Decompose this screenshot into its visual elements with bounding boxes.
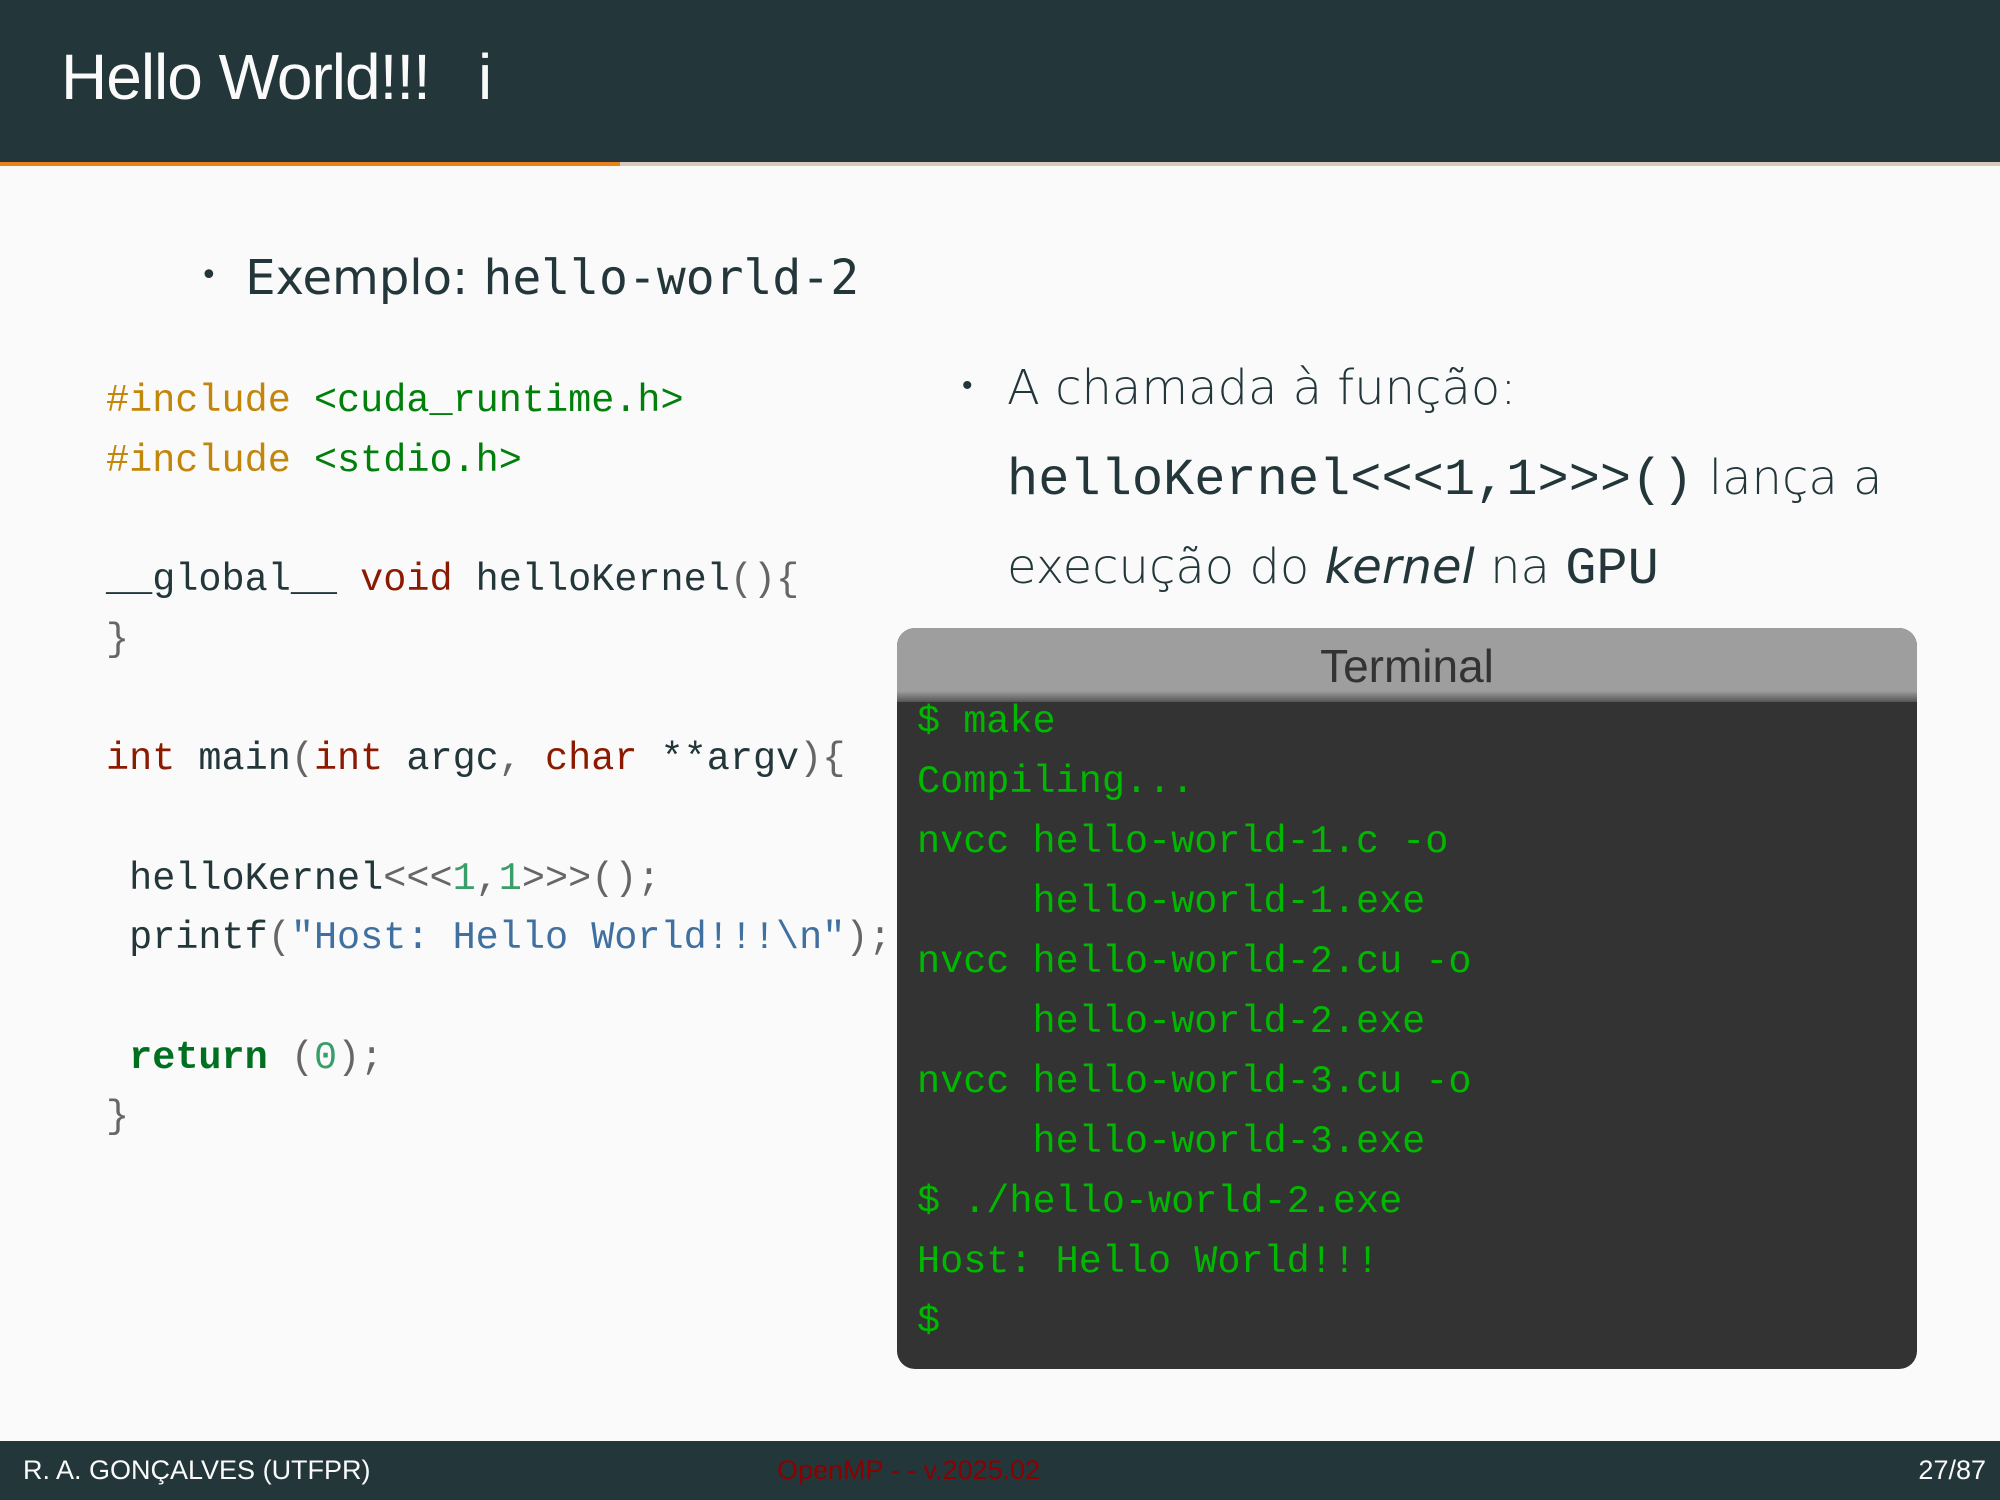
code-line: }	[106, 1088, 892, 1148]
code-token: int	[313, 737, 384, 782]
code-token: **argv	[637, 737, 800, 782]
bullet-icon: •	[200, 257, 218, 293]
code-token: printf	[106, 916, 268, 961]
slide-footer: R. A. GONÇALVES (UTFPR) OpenMP - - v.202…	[0, 1441, 2000, 1500]
page-number: 27/87	[1918, 1455, 1986, 1485]
code-token: 1	[498, 856, 522, 901]
code-token: main	[175, 737, 291, 782]
explanation-line2: lança a	[1693, 449, 1883, 506]
gpu-code: GPU	[1565, 539, 1659, 599]
terminal-block: Terminal $ make Compiling... nvcc hello-wo…	[897, 628, 1917, 1369]
terminal-line: hello-world-2.exe	[917, 1000, 1426, 1044]
terminal-line: Host: Hello World!!!	[917, 1240, 1380, 1284]
code-line: #include <cuda_runtime.h>	[106, 372, 892, 432]
example-code: hello-world-2	[483, 250, 860, 306]
code-line: __global__ void helloKernel(){	[106, 551, 892, 611]
slide-title: Hello World!!! i	[61, 40, 492, 114]
progress-bar	[0, 162, 2000, 166]
progress-fill	[0, 162, 620, 166]
kernel-call-code: helloKernel<<<1,1>>>()	[1007, 450, 1694, 510]
code-line: helloKernel<<<1,1>>>();	[106, 850, 892, 910]
slide-header: Hello World!!! i	[0, 0, 2000, 163]
frame-indicator: i	[477, 41, 492, 113]
footer-title: OpenMP - - v.2025.02	[777, 1455, 1041, 1485]
code-line: #include <stdio.h>	[106, 432, 892, 492]
code-token: return	[129, 1035, 268, 1080]
code-token: }	[106, 1095, 130, 1140]
code-token: <stdio.h>	[313, 438, 522, 483]
explanation-line1: A chamada à função:	[1007, 360, 1517, 416]
code-token: 1	[452, 856, 476, 901]
code-token: );	[337, 1035, 384, 1080]
code-token: 0	[313, 1035, 338, 1080]
terminal-line: $	[917, 1300, 941, 1344]
code-token: (	[267, 916, 291, 961]
code-token: ,	[475, 856, 499, 901]
terminal-line: Compiling...	[917, 760, 1195, 804]
code-token: <<<	[383, 856, 453, 901]
code-token: #include	[106, 379, 291, 423]
bullet-example: • Exemplo: hello-world-2	[200, 250, 859, 306]
code-token: __global__	[106, 558, 361, 603]
code-token: }	[106, 617, 130, 662]
explanation-line3b: na	[1474, 538, 1566, 595]
code-token: argc	[383, 737, 499, 782]
code-token: char	[545, 737, 638, 782]
terminal-output: $ make Compiling... nvcc hello-world-1.c -…	[917, 692, 1472, 1352]
code-token: (){	[729, 558, 800, 603]
footer-author: R. A. GONÇALVES (UTFPR)	[23, 1455, 371, 1485]
code-token: (	[290, 737, 314, 782]
code-line: return (0);	[106, 1029, 892, 1089]
code-token: );	[845, 916, 892, 961]
code-token: void	[360, 558, 453, 603]
code-token: ,	[498, 737, 546, 782]
code-line: printf("Host: Hello World!!!\n");	[106, 909, 892, 969]
kernel-emphasis: kernel	[1324, 538, 1475, 595]
terminal-line: nvcc hello-world-3.cu -o	[917, 1060, 1472, 1104]
example-label: Exemplo:	[245, 250, 469, 306]
terminal-line: $ ./hello-world-2.exe	[917, 1180, 1403, 1224]
explanation-line3a: execução do	[1007, 538, 1325, 595]
code-token: int	[106, 737, 176, 782]
code-token: #include	[106, 438, 291, 483]
code-token: >>>();	[521, 856, 661, 901]
code-token: (	[267, 1035, 314, 1080]
code-token: helloKernel	[452, 558, 730, 603]
terminal-line: hello-world-1.exe	[917, 880, 1426, 924]
terminal-line: nvcc hello-world-1.c -o	[917, 820, 1449, 864]
terminal-line: $ make	[917, 700, 1056, 744]
code-token: ){	[799, 737, 846, 782]
terminal-line: hello-world-3.exe	[917, 1120, 1426, 1164]
title-text: Hello World!!!	[61, 41, 431, 113]
code-line: int main(int argc, char **argv){	[106, 730, 892, 790]
code-token: <cuda_runtime.h>	[313, 379, 684, 423]
terminal-title: Terminal	[897, 628, 1917, 702]
terminal-line: nvcc hello-world-2.cu -o	[917, 940, 1472, 984]
bullet-icon: •	[962, 367, 973, 403]
code-listing: #include <cuda_runtime.h> #include <stdio…	[106, 372, 892, 1148]
code-token: helloKernel	[106, 856, 384, 901]
code-line: }	[106, 611, 892, 671]
bullet-explanation: • A chamada à função: helloKernel<<<1,1>>…	[962, 345, 1882, 613]
code-token: "Host: Hello World!!!\n"	[290, 916, 846, 961]
